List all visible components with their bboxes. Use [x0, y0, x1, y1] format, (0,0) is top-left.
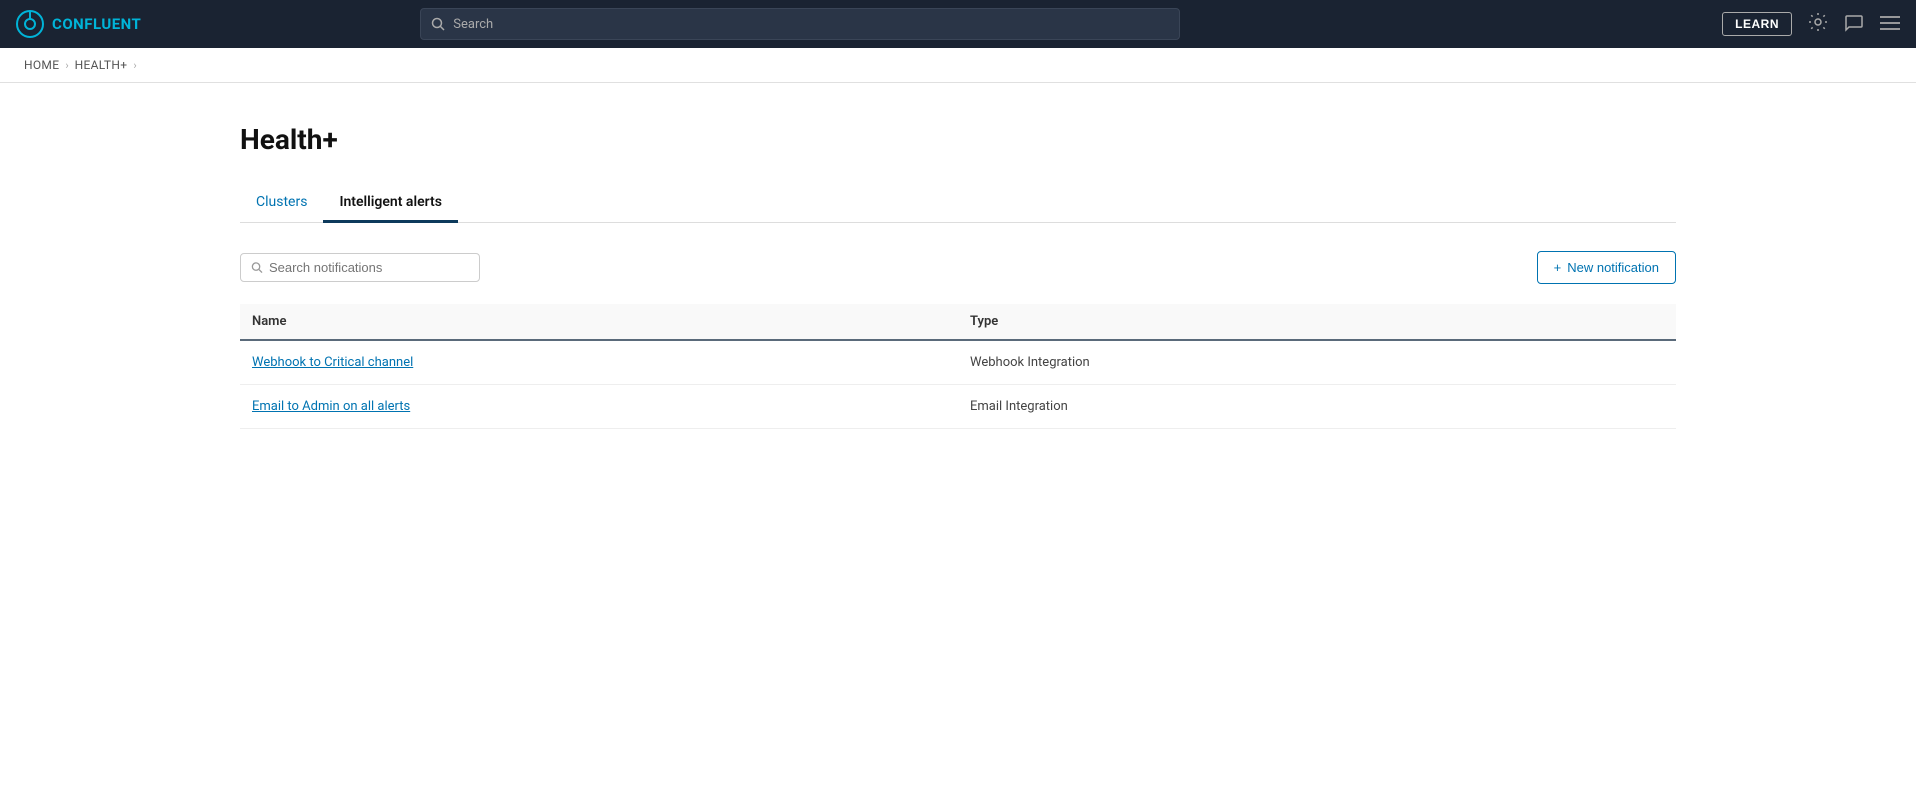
- breadcrumb: HOME › HEALTH+ ›: [0, 48, 1916, 83]
- main-content: Health+ Clusters Intelligent alerts + Ne…: [0, 83, 1916, 469]
- new-notification-label: New notification: [1567, 260, 1659, 275]
- top-nav: CONFLUENT Search LEARN: [0, 0, 1916, 48]
- breadcrumb-sep-1: ›: [65, 59, 68, 72]
- column-header-type: Type: [958, 304, 1676, 340]
- tabs-container: Clusters Intelligent alerts: [240, 184, 1676, 223]
- nav-actions: LEARN: [1722, 12, 1900, 37]
- logo[interactable]: CONFLUENT: [16, 10, 141, 38]
- search-notifications-icon: [251, 261, 263, 274]
- search-placeholder-text: Search: [453, 17, 493, 32]
- notification-link[interactable]: Webhook to Critical channel: [252, 355, 413, 370]
- cell-name: Email to Admin on all alerts: [240, 385, 958, 429]
- menu-icon[interactable]: [1880, 14, 1900, 35]
- breadcrumb-sep-2: ›: [133, 59, 136, 72]
- column-header-name: Name: [240, 304, 958, 340]
- search-notifications-container[interactable]: [240, 253, 480, 282]
- cell-type: Email Integration: [958, 385, 1676, 429]
- confluent-logo-icon: [16, 10, 44, 38]
- logo-text: CONFLUENT: [52, 15, 141, 33]
- global-search-container: Search: [420, 8, 1180, 40]
- notifications-table: Name Type Webhook to Critical channelWeb…: [240, 304, 1676, 429]
- search-icon: [431, 17, 445, 31]
- search-notifications-input[interactable]: [269, 260, 469, 275]
- messages-icon[interactable]: [1844, 12, 1864, 37]
- notification-link[interactable]: Email to Admin on all alerts: [252, 399, 410, 414]
- page-title: Health+: [240, 123, 1676, 156]
- learn-button[interactable]: LEARN: [1722, 12, 1792, 36]
- plus-icon: +: [1554, 260, 1562, 275]
- toolbar: + New notification: [240, 251, 1676, 284]
- new-notification-button[interactable]: + New notification: [1537, 251, 1676, 284]
- table-row: Email to Admin on all alerts Email Integr…: [240, 385, 1676, 429]
- cell-name: Webhook to Critical channel: [240, 340, 958, 385]
- tab-clusters[interactable]: Clusters: [240, 184, 323, 223]
- table-header-row: Name Type: [240, 304, 1676, 340]
- breadcrumb-health-plus[interactable]: HEALTH+: [75, 58, 128, 72]
- global-search-bar[interactable]: Search: [420, 8, 1180, 40]
- table-row: Webhook to Critical channel Webhook Integ…: [240, 340, 1676, 385]
- tab-intelligent-alerts[interactable]: Intelligent alerts: [323, 184, 457, 223]
- settings-icon[interactable]: [1808, 12, 1828, 37]
- cell-type: Webhook Integration: [958, 340, 1676, 385]
- breadcrumb-home[interactable]: HOME: [24, 58, 59, 72]
